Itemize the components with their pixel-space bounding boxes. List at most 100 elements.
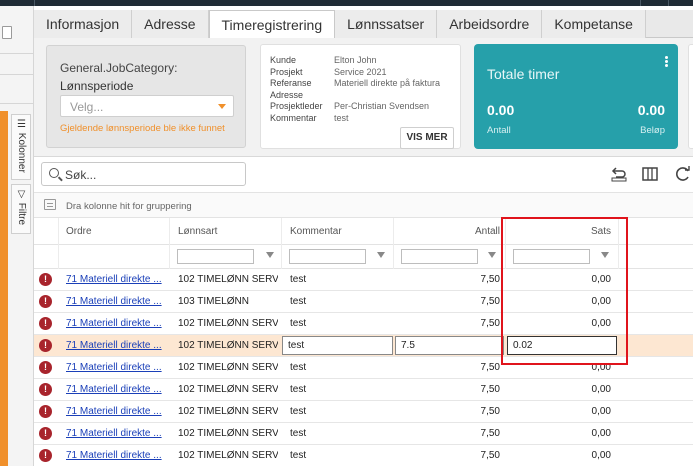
filter-panel-toggle[interactable]: ▽ Filtre: [11, 184, 31, 234]
job-category-card: General.JobCategory: Lønnsperiode Velg..…: [46, 45, 246, 148]
info-field-value: Elton John: [334, 55, 377, 65]
order-link[interactable]: 71 Materiell direkte ...: [66, 406, 162, 417]
error-icon[interactable]: !: [39, 427, 52, 440]
table-row[interactable]: ! 71 Materiell direkte ... 102 TIMELØNN SE…: [34, 357, 693, 379]
filter-input-sats[interactable]: [513, 249, 590, 264]
time-entry-grid: Ordre Lønnsart Kommentar Antall Sats ! 71…: [34, 218, 693, 466]
info-field: Referanse Materiell direkte på faktura: [270, 78, 460, 89]
error-icon[interactable]: !: [39, 405, 52, 418]
undo-icon[interactable]: [610, 166, 628, 182]
filter-icon[interactable]: [488, 252, 496, 258]
grid-filter-row: [34, 245, 693, 269]
more-vertical-icon[interactable]: [665, 56, 668, 68]
show-more-button[interactable]: VIS MER: [400, 127, 454, 149]
grid-toolbar: Søk...: [34, 156, 693, 192]
quantity-cell: 7,50: [480, 428, 500, 439]
wage-type-cell: 102 TIMELØNN SERV...: [178, 406, 278, 417]
chevron-down-icon: [218, 104, 226, 109]
quantity-edit-value: 7.5: [401, 340, 415, 351]
table-row[interactable]: ! 71 Materiell direkte ... 102 TIMELØNN SE…: [34, 379, 693, 401]
filter-icon[interactable]: [377, 252, 385, 258]
quantity-cell: 7,50: [480, 318, 500, 329]
column-header-lonnsart[interactable]: Lønnsart: [178, 226, 217, 237]
table-row[interactable]: ! 71 Materiell direkte ... 102 TIMELØNN SE…: [34, 313, 693, 335]
column-header-sats[interactable]: Sats: [514, 226, 611, 237]
error-icon[interactable]: !: [39, 339, 52, 352]
copy-icon[interactable]: [2, 26, 12, 39]
table-row[interactable]: ! 71 Materiell direkte ... 103 TIMELØNN tes…: [34, 291, 693, 313]
next-card-edge: [688, 44, 693, 149]
job-category-title: General.JobCategory:: [60, 61, 178, 75]
info-field-key: Kunde: [270, 55, 297, 65]
pay-period-select[interactable]: Velg...: [60, 95, 234, 117]
table-row[interactable]: ! 71 Materiell direkte ... 102 TIMELØNN SE…: [34, 335, 693, 357]
info-area: General.JobCategory: Lønnsperiode Velg..…: [34, 38, 693, 158]
table-row[interactable]: ! 71 Materiell direkte ... 102 TIMELØNN SE…: [34, 423, 693, 445]
group-drop-zone[interactable]: Dra kolonne hit for gruppering: [34, 192, 693, 218]
refresh-icon[interactable]: [674, 166, 692, 182]
tab-kompetanse[interactable]: Kompetanse: [542, 10, 646, 38]
comment-edit-input[interactable]: test: [282, 336, 393, 355]
error-icon[interactable]: !: [39, 317, 52, 330]
order-link[interactable]: 71 Materiell direkte ...: [66, 450, 162, 461]
info-field-value: Materiell direkte på faktura: [334, 78, 441, 88]
quantity-edit-input[interactable]: 7.5: [395, 336, 504, 355]
columns-icon: ☰: [16, 119, 27, 130]
group-icon: [44, 199, 56, 210]
error-icon[interactable]: !: [39, 383, 52, 396]
filter-icon[interactable]: [601, 252, 609, 258]
info-field: Prosjekt Service 2021: [270, 67, 460, 78]
wage-type-cell: 103 TIMELØNN: [178, 296, 249, 307]
wage-type-cell: 102 TIMELØNN SERV...: [178, 274, 278, 285]
rate-cell: 0,00: [591, 406, 611, 417]
info-field-value: test: [334, 112, 349, 123]
filter-input-antall[interactable]: [401, 249, 478, 264]
pay-period-warning: Gjeldende lønnsperiode ble ikke funnet: [60, 123, 225, 134]
tab-adresse[interactable]: Adresse: [132, 10, 209, 38]
total-hours-card: Totale timer 0.00 Antall 0.00 Beløp: [474, 44, 678, 149]
search-icon: [49, 168, 59, 178]
tab-informasjon[interactable]: Informasjon: [34, 10, 133, 38]
search-input[interactable]: Søk...: [41, 162, 246, 186]
info-field: Adresse: [270, 90, 460, 101]
columns-panel-toggle[interactable]: ☰ Kolonner: [11, 114, 31, 180]
filter-icon[interactable]: [266, 252, 274, 258]
order-link[interactable]: 71 Materiell direkte ...: [66, 384, 162, 395]
order-link[interactable]: 71 Materiell direkte ...: [66, 318, 162, 329]
group-hint-text: Dra kolonne hit for gruppering: [66, 201, 192, 212]
rate-cell: 0,00: [591, 428, 611, 439]
comment-cell: test: [290, 384, 307, 395]
order-link[interactable]: 71 Materiell direkte ...: [66, 340, 162, 351]
order-link[interactable]: 71 Materiell direkte ...: [66, 296, 162, 307]
error-icon[interactable]: !: [39, 361, 52, 374]
wage-type-cell: 102 TIMELØNN SERV...: [178, 340, 278, 351]
columns-icon[interactable]: [641, 166, 659, 182]
tab-timeregistrering[interactable]: Timeregistrering: [208, 10, 336, 39]
columns-label: Kolonner: [16, 132, 27, 173]
column-header-ordre[interactable]: Ordre: [66, 226, 92, 237]
filter-input-kommentar[interactable]: [289, 249, 366, 264]
wage-type-cell: 102 TIMELØNN SERV...: [178, 384, 278, 395]
error-icon[interactable]: !: [39, 449, 52, 462]
order-link[interactable]: 71 Materiell direkte ...: [66, 274, 162, 285]
filter-input-lonnsart[interactable]: [177, 249, 254, 264]
pay-period-placeholder: Velg...: [70, 100, 104, 114]
column-header-antall[interactable]: Antall: [414, 226, 500, 237]
order-link[interactable]: 71 Materiell direkte ...: [66, 428, 162, 439]
rate-edit-input[interactable]: 0.02: [507, 336, 617, 355]
wage-type-cell: 102 TIMELØNN SERV...: [178, 428, 278, 439]
table-row[interactable]: ! 71 Materiell direkte ... 102 TIMELØNN SE…: [34, 269, 693, 291]
error-icon[interactable]: !: [39, 273, 52, 286]
tab-l-nnssatser[interactable]: Lønnssatser: [335, 10, 438, 38]
tab-arbeidsordre[interactable]: Arbeidsordre: [437, 10, 543, 38]
search-placeholder: Søk...: [65, 168, 97, 182]
error-icon[interactable]: !: [39, 295, 52, 308]
order-link[interactable]: 71 Materiell direkte ...: [66, 362, 162, 373]
column-header-kommentar[interactable]: Kommentar: [290, 226, 342, 237]
pay-period-label: Lønnsperiode: [60, 79, 134, 93]
table-row[interactable]: ! 71 Materiell direkte ... 102 TIMELØNN SE…: [34, 401, 693, 423]
total-count-label: Antall: [487, 125, 511, 136]
left-side-strip: ☰ Kolonner ▽ Filtre: [0, 6, 34, 466]
info-field-key: Referanse: [270, 78, 312, 88]
table-row[interactable]: ! 71 Materiell direkte ... 102 TIMELØNN SE…: [34, 445, 693, 466]
